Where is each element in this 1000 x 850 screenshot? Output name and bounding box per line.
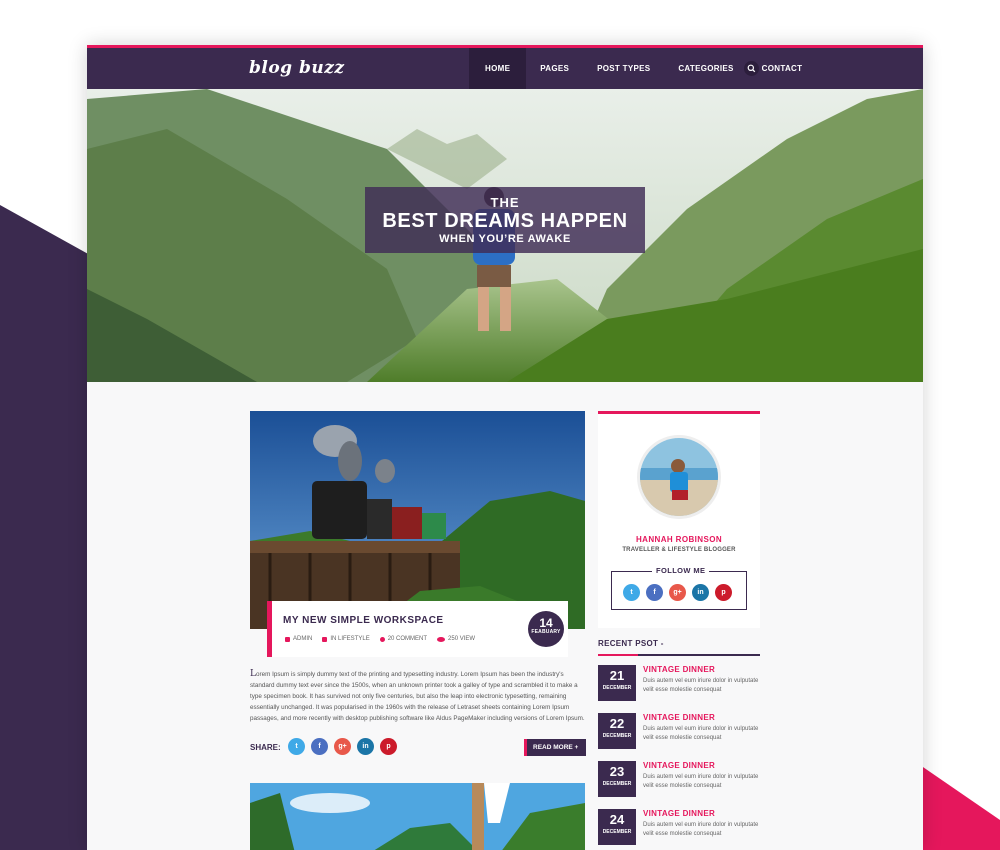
site-header: blog buzz HOME PAGES POST TYPES CATEGORI… bbox=[87, 45, 923, 89]
nav-item-categories[interactable]: CATEGORIES bbox=[664, 48, 747, 89]
post-date-badge: 14 FEABUARY bbox=[528, 611, 564, 647]
nav-item-pages[interactable]: PAGES bbox=[526, 48, 583, 89]
eye-icon bbox=[437, 636, 446, 642]
nav-item-post-types[interactable]: POST TYPES bbox=[583, 48, 664, 89]
train-image bbox=[250, 411, 585, 629]
post-header-card: MY NEW SIMPLE WORKSPACE ADMIN IN LIFESTY… bbox=[267, 601, 568, 657]
recent-posts-title: RECENT PSOT - bbox=[598, 639, 664, 648]
recent-post-title[interactable]: VINTAGE DINNER bbox=[643, 665, 715, 674]
share-facebook-icon[interactable]: f bbox=[311, 738, 328, 755]
post-meta: ADMIN IN LIFESTYLE 20 COMMENT 250 VIEW bbox=[285, 636, 475, 642]
follow-me-box: FOLLOW ME t f g+ in p bbox=[611, 566, 747, 610]
search-button[interactable] bbox=[744, 61, 759, 76]
share-label: SHARE: bbox=[250, 743, 281, 752]
recent-post-day: 23 bbox=[609, 764, 625, 779]
hero-headline: BEST DREAMS HAPPEN bbox=[382, 210, 628, 232]
recent-post-item[interactable]: 22 DECEMBER VINTAGE DINNER Duis autem ve… bbox=[598, 713, 760, 753]
about-widget: HANNAH ROBINSON TRAVELLER & LIFESTYLE BL… bbox=[598, 411, 760, 628]
blog-page: blog buzz HOME PAGES POST TYPES CATEGORI… bbox=[87, 45, 923, 850]
post-date-day: 14 bbox=[539, 616, 553, 630]
follow-google-plus-icon[interactable]: g+ bbox=[669, 584, 686, 601]
share-twitter-icon[interactable]: t bbox=[288, 738, 305, 755]
meta-comments-text: 20 COMMENT bbox=[387, 636, 428, 642]
follow-buttons: t f g+ in p bbox=[623, 584, 732, 601]
beach-image bbox=[250, 783, 585, 850]
meta-category-text: IN LIFESTYLE bbox=[330, 636, 370, 642]
recent-post-day: 24 bbox=[609, 812, 625, 827]
recent-post-excerpt: Duis autem vel eum iriure dolor in vulpu… bbox=[643, 774, 759, 789]
author-name: HANNAH ROBINSON bbox=[636, 535, 722, 544]
recent-post-month: DECEMBER bbox=[602, 829, 632, 835]
recent-post-date: 23 DECEMBER bbox=[598, 761, 636, 797]
recent-post-day: 22 bbox=[609, 716, 625, 731]
post-featured-image[interactable] bbox=[250, 411, 585, 629]
folder-icon bbox=[322, 636, 328, 642]
recent-post-month: DECEMBER bbox=[602, 733, 632, 739]
recent-post-title[interactable]: VINTAGE DINNER bbox=[643, 809, 715, 818]
recent-post-title[interactable]: VINTAGE DINNER bbox=[643, 713, 715, 722]
follow-pinterest-icon[interactable]: p bbox=[715, 584, 732, 601]
meta-author[interactable]: ADMIN bbox=[285, 636, 312, 642]
main-nav: HOME PAGES POST TYPES CATEGORIES CONTACT bbox=[469, 48, 816, 89]
site-logo[interactable]: blog buzz bbox=[249, 58, 345, 78]
author-avatar[interactable] bbox=[637, 435, 721, 519]
post-excerpt: Lorem Ipsum is simply dummy text of the … bbox=[250, 669, 586, 724]
hero-banner: THE BEST DREAMS HAPPEN WHEN YOU’RE AWAKE bbox=[87, 89, 923, 382]
user-icon bbox=[285, 636, 290, 642]
recent-post-item[interactable]: 23 DECEMBER VINTAGE DINNER Duis autem ve… bbox=[598, 761, 760, 801]
hero-line-3: WHEN YOU’RE AWAKE bbox=[439, 233, 571, 245]
recent-post-item[interactable]: 24 DECEMBER VINTAGE DINNER Duis autem ve… bbox=[598, 809, 760, 849]
share-google-plus-icon[interactable]: g+ bbox=[334, 738, 351, 755]
recent-post-item[interactable]: 21 DECEMBER VINTAGE DINNER Duis autem ve… bbox=[598, 665, 760, 705]
recent-post-excerpt: Duis autem vel eum iriure dolor in vulpu… bbox=[643, 822, 759, 837]
post-excerpt-text: orem Ipsum is simply dummy text of the p… bbox=[250, 671, 585, 723]
second-post-image[interactable] bbox=[250, 783, 585, 850]
comment-icon bbox=[379, 636, 385, 642]
follow-facebook-icon[interactable]: f bbox=[646, 584, 663, 601]
share-buttons: t f g+ in p bbox=[288, 738, 397, 755]
recent-post-date: 24 DECEMBER bbox=[598, 809, 636, 845]
author-role: TRAVELLER & LIFESTYLE BLOGGER bbox=[622, 547, 736, 553]
meta-views: 250 VIEW bbox=[437, 636, 475, 642]
recent-post-title[interactable]: VINTAGE DINNER bbox=[643, 761, 715, 770]
follow-me-label: FOLLOW ME bbox=[652, 566, 710, 575]
post-title[interactable]: MY NEW SIMPLE WORKSPACE bbox=[283, 615, 444, 626]
recent-post-month: DECEMBER bbox=[602, 781, 632, 787]
read-more-button[interactable]: READ MORE + bbox=[524, 739, 586, 756]
recent-post-date: 21 DECEMBER bbox=[598, 665, 636, 701]
meta-category[interactable]: IN LIFESTYLE bbox=[322, 636, 370, 642]
post-date-month: FEABUARY bbox=[531, 629, 561, 635]
search-icon bbox=[747, 64, 756, 73]
hero-caption: THE BEST DREAMS HAPPEN WHEN YOU’RE AWAKE bbox=[365, 187, 645, 253]
share-linkedin-icon[interactable]: in bbox=[357, 738, 374, 755]
meta-views-text: 250 VIEW bbox=[448, 636, 476, 642]
recent-post-day: 21 bbox=[609, 668, 625, 683]
hero-line-1: THE bbox=[490, 195, 520, 210]
follow-twitter-icon[interactable]: t bbox=[623, 584, 640, 601]
meta-author-text: ADMIN bbox=[293, 636, 313, 642]
recent-post-excerpt: Duis autem vel eum iriure dolor in vulpu… bbox=[643, 678, 759, 693]
meta-comments[interactable]: 20 COMMENT bbox=[379, 636, 428, 642]
recent-post-month: DECEMBER bbox=[602, 685, 632, 691]
author-photo bbox=[640, 438, 718, 516]
recent-post-date: 22 DECEMBER bbox=[598, 713, 636, 749]
follow-linkedin-icon[interactable]: in bbox=[692, 584, 709, 601]
nav-item-home[interactable]: HOME bbox=[469, 48, 527, 89]
recent-posts-divider bbox=[598, 654, 760, 656]
share-pinterest-icon[interactable]: p bbox=[380, 738, 397, 755]
recent-post-excerpt: Duis autem vel eum iriure dolor in vulpu… bbox=[643, 726, 759, 741]
